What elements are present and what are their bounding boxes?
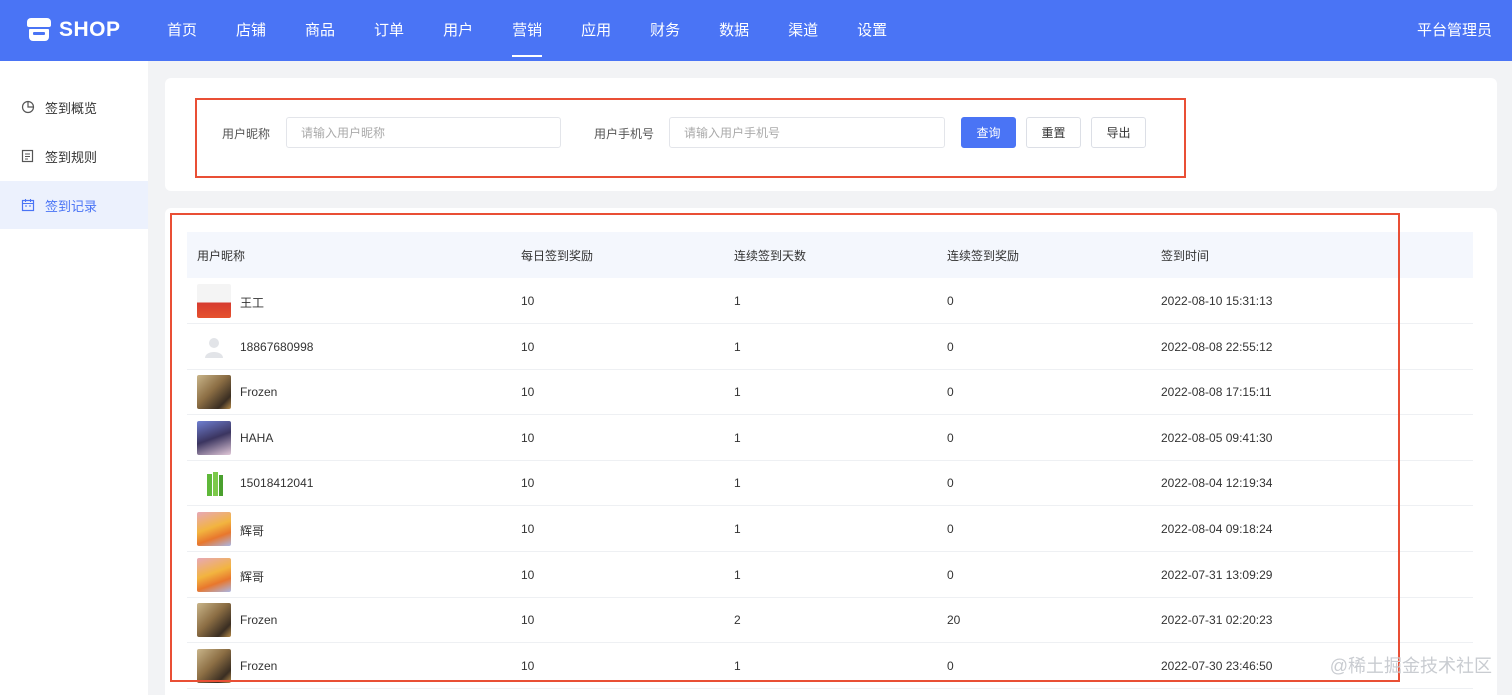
sidebar-item-label: 签到规则 [45, 149, 98, 165]
nav-item-home[interactable]: 首页 [167, 0, 197, 61]
sidebar-item-label: 签到记录 [45, 198, 98, 214]
sidebar-item-rules[interactable]: 签到规则 [0, 132, 148, 180]
nav-item-users[interactable]: 用户 [443, 0, 473, 61]
nav-item-settings[interactable]: 设置 [857, 0, 887, 61]
nav-item-finance[interactable]: 财务 [650, 0, 680, 61]
sidebar-item-overview[interactable]: 签到概览 [0, 83, 148, 131]
watermark: @稀土掘金技术社区 [1329, 656, 1492, 676]
search-highlight-box [195, 98, 1186, 178]
logo[interactable]: SHOP [27, 17, 121, 43]
sidebar-item-label: 签到概览 [45, 100, 98, 116]
logo-text: SHOP [59, 18, 121, 41]
sidebar-item-records[interactable]: 签到记录 [0, 181, 148, 229]
table-highlight-box [170, 213, 1400, 682]
pie-chart-icon [21, 100, 35, 114]
nav-item-orders[interactable]: 订单 [374, 0, 404, 61]
sidebar: 签到概览 签到规则 签到记录 [0, 61, 148, 695]
nav-item-marketing[interactable]: 营销 [512, 0, 543, 61]
calendar-icon [21, 198, 35, 212]
nav-item-apps[interactable]: 应用 [581, 0, 611, 61]
rules-doc-icon [21, 149, 35, 163]
shop-logo-icon [27, 18, 51, 42]
top-navbar: SHOP 首页 店铺 商品 订单 用户 营销 应用 财务 数据 渠道 设置 平台… [0, 0, 1512, 61]
nav-item-products[interactable]: 商品 [305, 0, 335, 61]
admin-menu[interactable]: 平台管理员 [1417, 0, 1492, 61]
nav-item-store[interactable]: 店铺 [236, 0, 266, 61]
nav-item-channels[interactable]: 渠道 [788, 0, 818, 61]
main-nav: 首页 店铺 商品 订单 用户 营销 应用 财务 数据 渠道 设置 [167, 0, 926, 61]
nav-item-data[interactable]: 数据 [719, 0, 749, 61]
